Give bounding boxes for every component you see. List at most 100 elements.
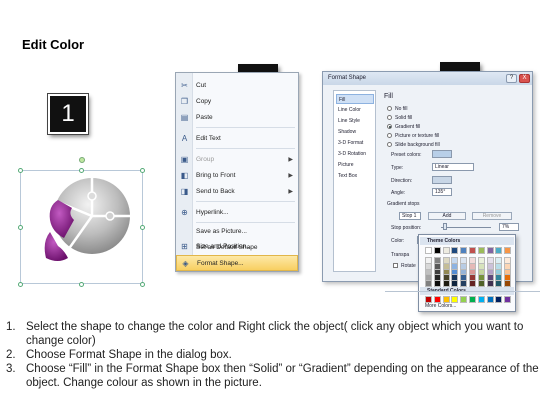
menu-separator — [196, 148, 295, 149]
close-button[interactable]: X — [519, 74, 530, 83]
nav-item-3d-format[interactable]: 3-D Format — [336, 138, 374, 148]
add-stop-button[interactable]: Add — [428, 212, 466, 220]
remove-stop-button[interactable]: Remove — [472, 212, 512, 220]
color-swatch[interactable] — [451, 296, 459, 303]
color-swatch[interactable] — [504, 280, 512, 288]
type-dropdown[interactable]: Linear — [432, 163, 474, 171]
menu-item-edit-text-label: Edit Text — [196, 134, 221, 142]
color-swatch[interactable] — [433, 280, 441, 288]
resize-handle-mr[interactable] — [140, 225, 145, 230]
color-swatch[interactable] — [469, 247, 476, 254]
color-swatch[interactable] — [477, 296, 485, 303]
copy-icon: ❐ — [180, 96, 189, 106]
radio-solid-fill-label: Solid fill — [395, 114, 413, 121]
stop-position-input[interactable]: 7% — [499, 223, 519, 231]
instruction-item: 3. Choose “Fill” in the Format Shape box… — [6, 362, 554, 390]
radio-picture-fill-label: Picture or texture fill — [395, 132, 440, 139]
resize-handle-ml[interactable] — [18, 225, 23, 230]
color-swatch[interactable] — [469, 296, 476, 303]
stop-dropdown[interactable]: Stop 1 — [399, 212, 421, 220]
nav-item-line-color[interactable]: Line Color — [336, 105, 374, 115]
nav-item-shadow[interactable]: Shadow — [336, 127, 374, 137]
nav-item-line-style[interactable]: Line Style — [336, 116, 374, 126]
direction-label: Direction: — [391, 178, 413, 184]
menu-item-hyperlink[interactable]: ⊕ Hyperlink... — [176, 204, 298, 220]
color-swatch[interactable] — [495, 280, 503, 288]
more-colors-link[interactable]: More Colors... — [425, 303, 456, 309]
rotate-label: Rotate — [401, 262, 416, 269]
rotate-with-shape-checkbox[interactable]: Rotate — [393, 262, 416, 269]
radio-button[interactable] — [387, 115, 392, 120]
format-shape-icon: ◈ — [182, 258, 189, 268]
resize-handle-bl[interactable] — [18, 282, 23, 287]
color-swatch[interactable] — [425, 247, 432, 254]
color-swatch[interactable] — [460, 296, 468, 303]
rotation-handle[interactable] — [79, 157, 85, 163]
nav-item-text-box[interactable]: Text Box — [336, 171, 374, 181]
stop-position-slider[interactable] — [441, 227, 491, 228]
angle-label: Angle: — [391, 190, 406, 196]
radio-picture-fill[interactable]: Picture or texture fill — [387, 132, 439, 139]
color-swatch[interactable] — [469, 280, 476, 288]
color-swatch[interactable] — [477, 247, 485, 254]
color-swatch[interactable] — [477, 280, 485, 288]
preset-colors-label: Preset colors: — [391, 152, 422, 158]
color-swatch[interactable] — [504, 296, 512, 303]
radio-button[interactable] — [387, 133, 392, 138]
color-swatch[interactable] — [451, 247, 459, 254]
help-button[interactable]: ? — [506, 74, 517, 83]
color-swatch[interactable] — [425, 280, 432, 288]
color-swatch[interactable] — [486, 296, 494, 303]
stop-position-thumb[interactable] — [443, 223, 447, 230]
instruction-item: 2. Choose Format Shape in the dialog box… — [6, 348, 554, 362]
resize-handle-tr[interactable] — [140, 168, 145, 173]
checkbox[interactable] — [393, 263, 398, 268]
menu-item-save-as-picture[interactable]: Save as Picture... — [176, 223, 298, 239]
resize-handle-br[interactable] — [140, 282, 145, 287]
color-swatch[interactable] — [486, 247, 494, 254]
color-swatch[interactable] — [433, 296, 441, 303]
color-swatch[interactable] — [495, 247, 503, 254]
radio-slide-background-fill[interactable]: Slide background fill — [387, 141, 440, 148]
instructions-list: 1. Select the shape to change the color … — [6, 320, 554, 390]
color-swatch[interactable] — [486, 280, 494, 288]
menu-item-edit-text[interactable]: A Edit Text — [176, 130, 298, 146]
menu-item-send-to-back[interactable]: ◨ Send to Back ▶ — [176, 183, 298, 199]
radio-button[interactable] — [387, 142, 392, 147]
nav-item-3d-rotation[interactable]: 3-D Rotation — [336, 149, 374, 159]
radio-no-fill[interactable]: No fill — [387, 105, 408, 112]
radio-button[interactable] — [387, 124, 392, 129]
submenu-arrow-icon: ▶ — [288, 188, 293, 195]
menu-item-cut[interactable]: ✂ Cut — [176, 77, 298, 93]
type-label: Type: — [391, 165, 404, 171]
theme-colors-heading: Theme Colors — [420, 237, 514, 245]
preset-colors-dropdown[interactable] — [432, 150, 452, 158]
radio-button[interactable] — [387, 106, 392, 111]
color-swatch[interactable] — [433, 247, 441, 254]
color-swatch[interactable] — [451, 280, 459, 288]
puzzle-sphere-graphic[interactable] — [28, 172, 138, 282]
menu-item-bring-to-front[interactable]: ◧ Bring to Front ▶ — [176, 167, 298, 183]
nav-item-picture[interactable]: Picture — [336, 160, 374, 170]
radio-gradient-fill[interactable]: Gradient fill — [387, 123, 420, 130]
resize-handle-bm[interactable] — [79, 282, 84, 287]
color-swatch[interactable] — [460, 247, 468, 254]
menu-item-bring-to-front-label: Bring to Front — [196, 171, 236, 179]
menu-item-paste[interactable]: ▤ Paste — [176, 109, 298, 125]
menu-item-copy[interactable]: ❐ Copy — [176, 93, 298, 109]
menu-item-group[interactable]: ▣ Group ▶ — [176, 151, 298, 167]
menu-item-size-and-position[interactable]: ⊞ Size and Position... — [176, 238, 298, 254]
color-swatch[interactable] — [504, 247, 512, 254]
color-swatch[interactable] — [460, 280, 468, 288]
color-swatch[interactable] — [425, 296, 432, 303]
color-swatch[interactable] — [442, 247, 450, 254]
angle-input[interactable]: 135° — [432, 188, 452, 196]
color-swatch[interactable] — [442, 296, 450, 303]
color-swatch[interactable] — [442, 280, 450, 288]
menu-item-format-shape[interactable]: ◈ Format Shape... — [176, 255, 298, 271]
direction-dropdown[interactable] — [432, 176, 452, 184]
nav-item-fill[interactable]: Fill — [336, 94, 374, 104]
color-swatch[interactable] — [495, 296, 503, 303]
radio-solid-fill[interactable]: Solid fill — [387, 114, 412, 121]
resize-handle-tl[interactable] — [18, 168, 23, 173]
